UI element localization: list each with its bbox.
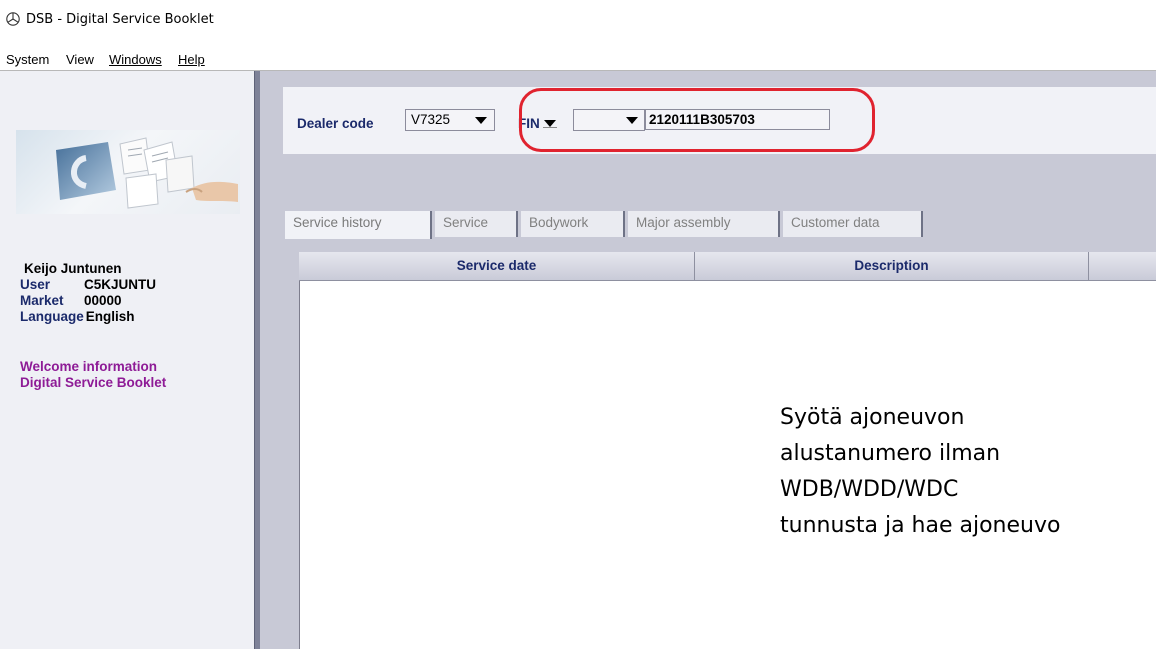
menu-system[interactable]: System [6,52,49,67]
tab-bodywork[interactable]: Bodywork [521,211,625,237]
info-links: Welcome information Digital Service Book… [20,359,166,391]
user-label: User [20,277,51,292]
menu-bar: System View Windows Help [0,48,1156,70]
chevron-down-icon [475,117,487,124]
computer-documents-illustration [56,137,238,209]
digital-service-booklet-link[interactable]: Digital Service Booklet [20,375,166,391]
user-full-name: Keijo Juntunen [24,261,122,276]
annotation-line: tunnusta ja hae ajoneuvo [780,513,1061,538]
user-info: Keijo Juntunen User C5KJUNTU Market 0000… [20,261,156,325]
menu-help[interactable]: Help [178,52,205,67]
market-value: 00000 [84,293,122,308]
user-id-value: C5KJUNTU [84,277,157,292]
column-service-date[interactable]: Service date [299,252,695,280]
annotation-line: Syötä ajoneuvon [780,405,965,430]
user-sidebar: Keijo Juntunen User C5KJUNTU Market 0000… [0,71,254,649]
dsb-logo-image [16,130,240,214]
vin-highlight-annotation [519,88,875,152]
column-extra[interactable] [1089,252,1156,280]
menu-windows[interactable]: Windows [109,52,162,67]
tab-service[interactable]: Service [435,211,518,237]
menu-view[interactable]: View [66,52,94,67]
dealer-code-label: Dealer code [297,116,374,131]
annotation-line: WDB/WDD/WDC [780,477,959,502]
annotation-line: alustanumero ilman [780,441,1001,466]
dealer-code-dropdown[interactable]: V7325 [405,109,495,131]
tab-customer-data[interactable]: Customer data [783,211,923,237]
mercedes-star-icon [6,12,20,26]
column-description[interactable]: Description [695,252,1089,280]
dealer-code-value: V7325 [411,112,451,127]
window-title: DSB - Digital Service Booklet [26,12,214,27]
welcome-information-link[interactable]: Welcome information [20,359,166,375]
tab-service-history[interactable]: Service history [285,211,432,239]
instruction-annotation: Syötä ajoneuvon alustanumero ilman WDB/W… [780,400,1060,544]
market-label: Market [20,293,64,308]
table-header: Service date Description [299,252,1156,281]
title-bar: DSB - Digital Service Booklet [0,0,1156,42]
language-value: English [85,309,135,324]
language-label: Language [20,309,84,324]
tab-major-assembly[interactable]: Major assembly [628,211,780,237]
